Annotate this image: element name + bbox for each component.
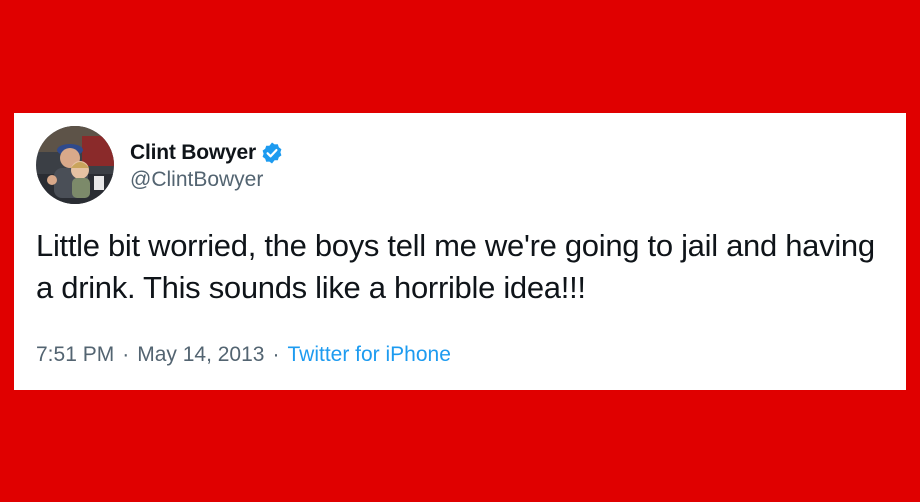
separator-dot: · [122, 343, 130, 366]
separator-dot: · [272, 343, 280, 366]
tweet-card: Clint Bowyer @ClintBowyer Little bit wor… [14, 113, 906, 390]
verified-badge-icon [260, 141, 284, 165]
tweet-date[interactable]: May 14, 2013 [137, 343, 264, 367]
tweet-text: Little bit worried, the boys tell me we'… [36, 228, 875, 305]
display-name[interactable]: Clint Bowyer [130, 141, 256, 165]
profile-photo-icon [36, 126, 114, 204]
name-row: Clint Bowyer [130, 140, 284, 166]
tweet-time[interactable]: 7:51 PM [36, 343, 114, 367]
author-block: Clint Bowyer @ClintBowyer [130, 140, 284, 192]
tweet-source-link[interactable]: Twitter for iPhone [287, 343, 450, 367]
avatar[interactable] [36, 126, 114, 204]
handle[interactable]: @ClintBowyer [130, 168, 284, 192]
tweet-meta: 7:51 PM · May 14, 2013 · Twitter for iPh… [36, 343, 451, 367]
